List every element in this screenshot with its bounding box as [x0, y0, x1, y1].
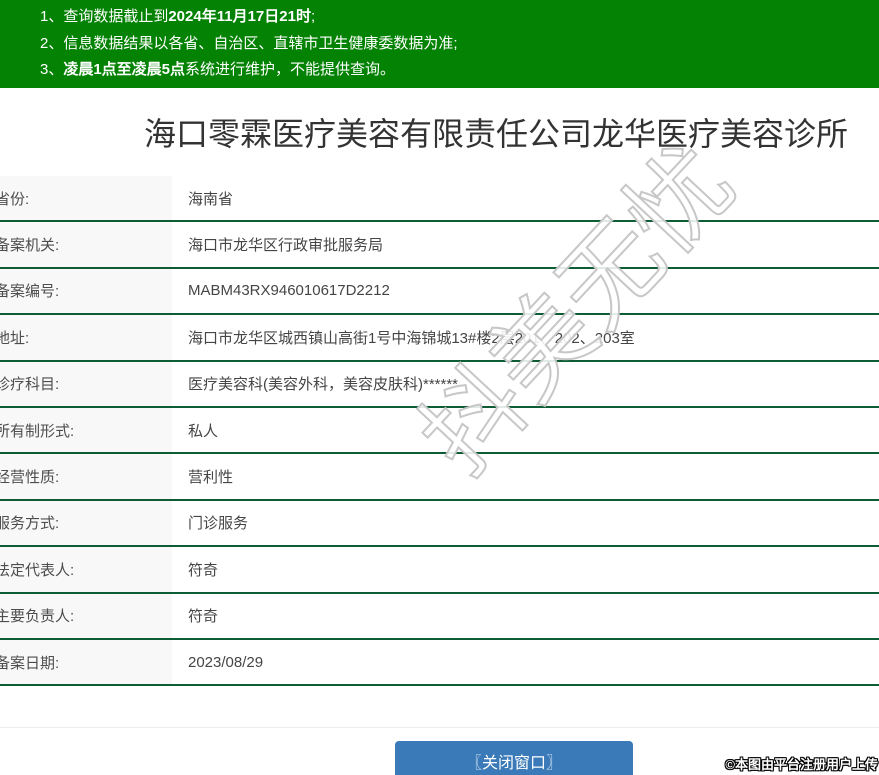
row-label: 省份:: [0, 176, 172, 221]
row-label: 经营性质:: [0, 454, 172, 499]
table-row-operation-nature: 经营性质: 营利性: [0, 454, 879, 501]
table-row-filing-number: 备案编号: MABM43RX946010617D2212: [0, 268, 879, 316]
row-label: 地址:: [0, 315, 172, 360]
table-row-ownership-form: 所有制形式: 私人: [0, 407, 879, 455]
row-label: 备案机关:: [0, 222, 172, 267]
row-value: 海口市龙华区城西镇山高街1号中海锦城13#楼2层201、202、203室: [172, 315, 879, 360]
table-row-filing-date: 备案日期: 2023/08/29: [0, 639, 879, 687]
row-label: 备案编号:: [0, 268, 172, 314]
row-value: 海口市龙华区行政审批服务局: [172, 222, 879, 267]
table-row-province: 省份: 海南省: [0, 176, 879, 223]
row-value: 符奇: [172, 547, 879, 592]
row-value: 医疗美容科(美容外科，美容皮肤科)******: [172, 361, 879, 406]
row-value: 门诊服务: [172, 500, 879, 546]
row-label: 备案日期:: [0, 639, 172, 685]
notice-line-3: 3、凌晨1点至凌晨5点系统进行维护，不能提供查询。: [40, 61, 396, 78]
upload-credit-text: ©本图由平台注册用户上传: [725, 757, 878, 772]
row-value: MABM43RX946010617D2212: [172, 268, 879, 314]
row-label: 诊疗科目:: [0, 361, 172, 406]
row-label: 所有制形式:: [0, 407, 172, 453]
close-window-button[interactable]: 〖关闭窗口〗: [395, 741, 633, 775]
table-row-filing-authority: 备案机关: 海口市龙华区行政审批服务局: [0, 222, 879, 269]
table-row-legal-representative: 法定代表人: 符奇: [0, 547, 879, 594]
table-row-service-mode: 服务方式: 门诊服务: [0, 500, 879, 548]
row-value: 海南省: [172, 176, 879, 221]
section-divider: [0, 727, 879, 728]
row-value: 营利性: [172, 454, 879, 499]
record-table: 省份: 海南省 备案机关: 海口市龙华区行政审批服务局 备案编号: MABM43…: [0, 176, 879, 687]
row-label: 法定代表人:: [0, 547, 172, 592]
notice-banner: 1、查询数据截止到2024年11月17日21时; 2、信息数据结果以各省、自治区…: [0, 0, 879, 88]
notice-line-2: 2、信息数据结果以各省、自治区、直辖市卫生健康委数据为准;: [40, 34, 458, 52]
row-label: 服务方式:: [0, 500, 172, 546]
row-label: 主要负责人:: [0, 593, 172, 638]
table-row-main-responsible-person: 主要负责人: 符奇: [0, 593, 879, 640]
page-title: 海口零霖医疗美容有限责任公司龙华医疗美容诊所: [144, 116, 849, 152]
table-row-diagnosis-subjects: 诊疗科目: 医疗美容科(美容外科，美容皮肤科)******: [0, 361, 879, 408]
notice-line-1: 1、查询数据截止到2024年11月17日21时;: [40, 8, 316, 25]
table-row-address: 地址: 海口市龙华区城西镇山高街1号中海锦城13#楼2层201、202、203室: [0, 315, 879, 362]
row-value: 2023/08/29: [172, 639, 879, 685]
row-value: 私人: [172, 407, 879, 453]
row-value: 符奇: [172, 593, 879, 638]
